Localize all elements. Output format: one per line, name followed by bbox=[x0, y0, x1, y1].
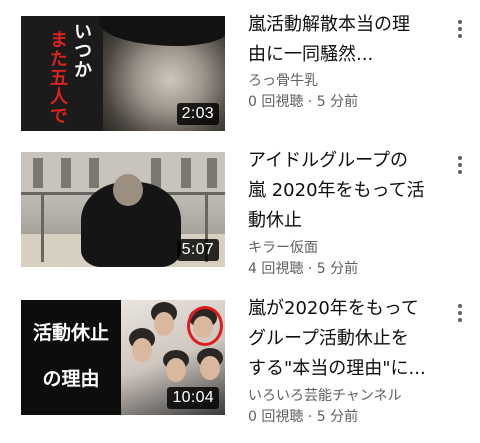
more-vert-icon[interactable] bbox=[454, 18, 466, 40]
duration-badge: 10:04 bbox=[167, 387, 219, 409]
video-thumbnail[interactable]: 活動休止 の理由 10:04 bbox=[21, 300, 225, 415]
video-meta: 4 回視聴 · 5 分前 bbox=[248, 261, 359, 277]
thumbnail-caption-1: いつか bbox=[71, 22, 92, 79]
duration-badge: 2:03 bbox=[176, 103, 219, 125]
thumbnail-caption-2: の理由 bbox=[42, 368, 100, 390]
thumbnail-caption-1: 活動休止 bbox=[32, 322, 109, 344]
duration-badge: 5:07 bbox=[176, 239, 219, 261]
channel-name[interactable]: ろっ骨牛乳 bbox=[248, 71, 318, 91]
highlight-circle bbox=[187, 306, 223, 346]
channel-name[interactable]: キラー仮面 bbox=[248, 238, 318, 258]
thumbnail-caption-2: また五人で bbox=[47, 30, 68, 125]
more-vert-icon[interactable] bbox=[454, 302, 466, 324]
video-title[interactable]: 嵐活動解散本当の理 由に一同騒然... bbox=[248, 10, 446, 70]
video-meta: 0 回視聴 · 5 分前 bbox=[248, 409, 359, 425]
video-title[interactable]: 嵐が2020年をもって グループ活動休止を する"本当の理由"に... bbox=[248, 294, 446, 384]
video-meta: 0 回視聴 · 5 分前 bbox=[248, 94, 359, 110]
video-thumbnail[interactable]: 5:07 bbox=[21, 152, 225, 267]
video-title[interactable]: アイドルグループの 嵐 2020年をもって活 動休止 bbox=[248, 146, 446, 236]
channel-name[interactable]: いろいろ芸能チャンネル bbox=[248, 386, 402, 406]
more-vert-icon[interactable] bbox=[454, 154, 466, 176]
video-thumbnail[interactable]: いつか また五人で 2:03 bbox=[21, 16, 225, 131]
